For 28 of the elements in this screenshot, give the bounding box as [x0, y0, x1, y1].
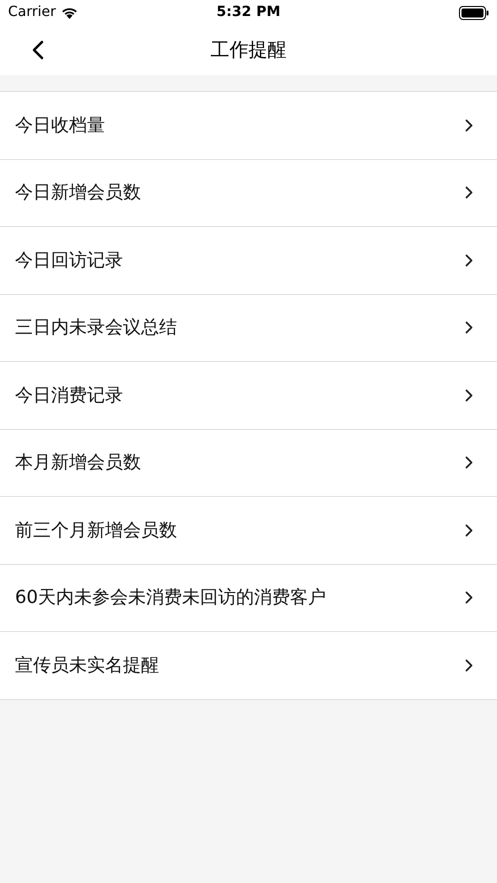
wifi-icon	[60, 6, 78, 18]
back-icon	[32, 40, 44, 60]
chevron-right-icon	[465, 524, 473, 537]
status-time: 5:32 PM	[216, 3, 280, 22]
chevron-right-icon	[465, 254, 473, 267]
item-label: 今日新增会员数	[15, 181, 141, 206]
page-title: 工作提醒	[210, 38, 286, 63]
item-label: 今日回访记录	[15, 248, 123, 273]
chevron-right-icon	[465, 321, 473, 334]
list-item[interactable]: 三日内未录会议总结	[0, 294, 497, 362]
list-item[interactable]: 今日新增会员数	[0, 160, 497, 227]
item-label: 60天内未参会未消费未回访的消费客户	[15, 586, 326, 610]
chevron-right-icon	[465, 186, 473, 200]
item-label: 三日内未录会议总结	[15, 316, 177, 340]
item-label: 宣传员未实名提醒	[15, 654, 159, 678]
chevron-right-icon	[465, 456, 473, 470]
chevron-right-icon	[465, 591, 473, 604]
list-item[interactable]: 60天内未参会未消费未回访的消费客户	[0, 564, 497, 632]
carrier-label: Carrier	[8, 3, 56, 22]
item-label: 今日收档量	[15, 114, 105, 138]
list-item[interactable]: 本月新增会员数	[0, 430, 497, 497]
item-label: 前三个月新增会员数	[15, 518, 177, 543]
item-label: 本月新增会员数	[15, 451, 141, 476]
chevron-right-icon	[465, 118, 473, 132]
item-label: 今日消费记录	[15, 384, 123, 408]
battery-icon	[459, 6, 489, 20]
chevron-right-icon	[465, 388, 473, 402]
chevron-right-icon	[465, 658, 473, 672]
